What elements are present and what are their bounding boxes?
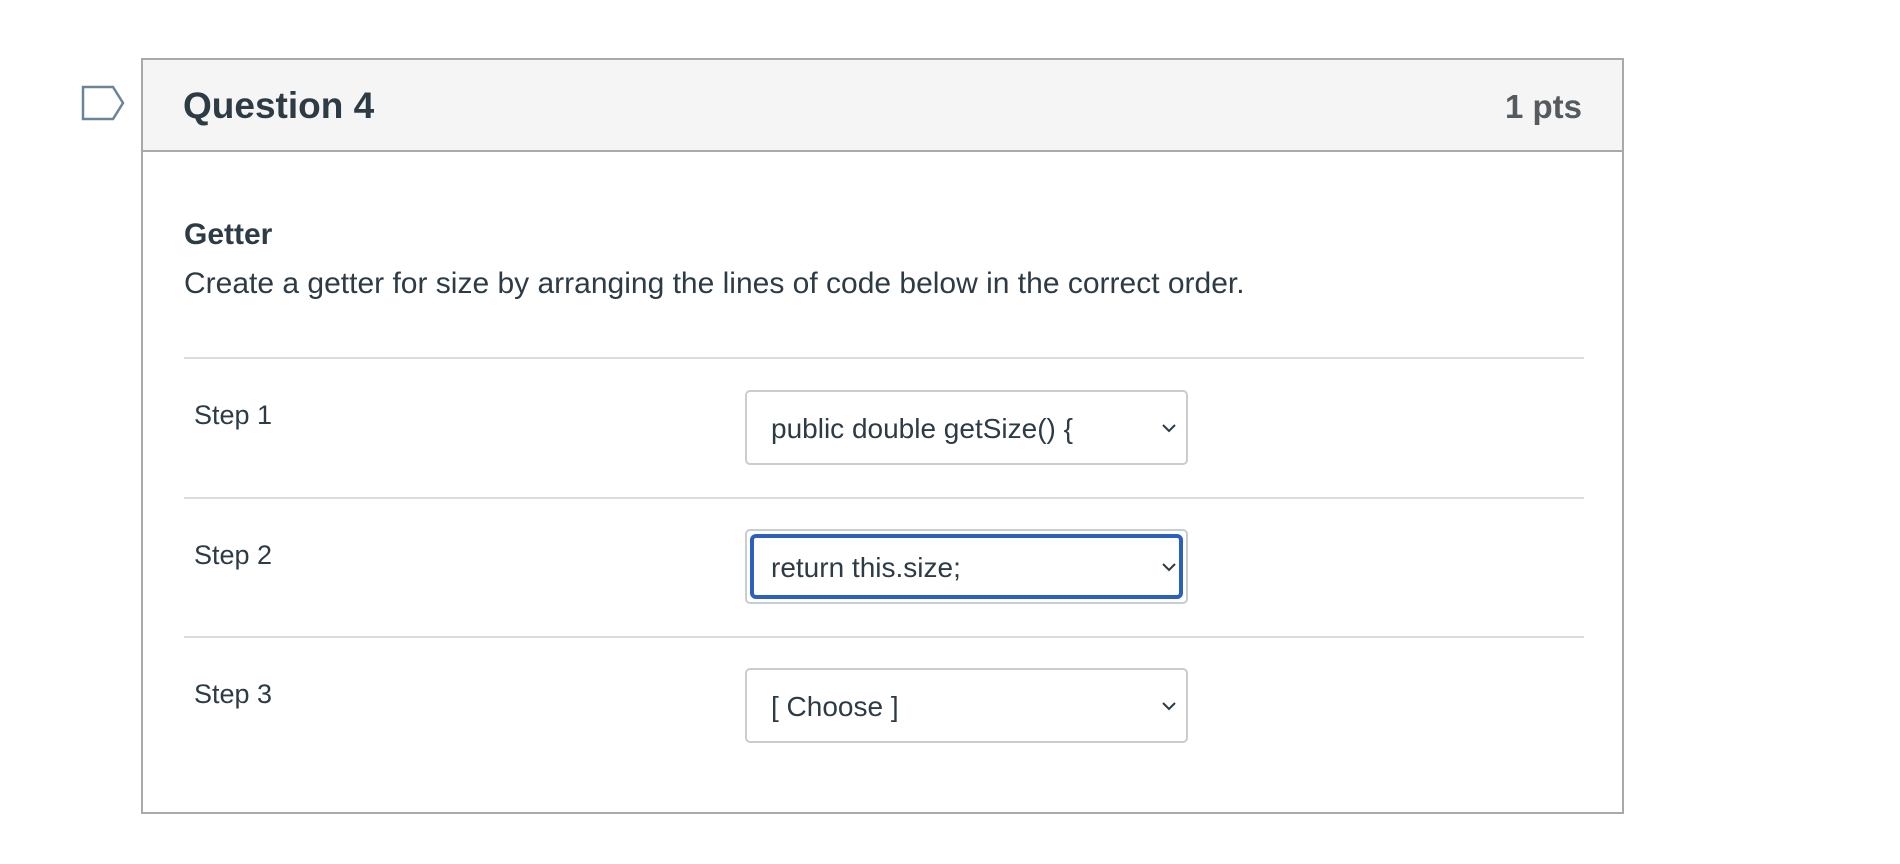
chevron-down-icon [1160, 697, 1178, 715]
step-1-label: Step 1 [194, 400, 273, 430]
divider [184, 357, 1584, 359]
step-3-selected-value: [ Choose ] [771, 691, 899, 722]
step-1-select[interactable]: public double getSize() { [745, 390, 1188, 465]
chevron-down-icon [1160, 419, 1178, 437]
question-title: Question 4 [183, 85, 375, 126]
question-points: 1 pts [1504, 88, 1582, 125]
divider [184, 497, 1584, 499]
chevron-down-icon [1160, 558, 1178, 576]
step-2-select[interactable]: return this.size; [745, 529, 1188, 604]
question-heading: Getter [184, 218, 273, 251]
question-header: Question 4 1 pts [143, 60, 1622, 152]
step-2-label: Step 2 [194, 540, 273, 570]
divider [184, 636, 1584, 638]
flag-question-icon[interactable] [80, 84, 126, 122]
step-2-selected-value: return this.size; [771, 552, 961, 583]
step-3-select[interactable]: [ Choose ] [745, 668, 1188, 743]
question-text: Create a getter for size by arranging th… [184, 267, 1245, 300]
step-1-selected-value: public double getSize() { [771, 413, 1073, 444]
step-3-label: Step 3 [194, 679, 273, 709]
